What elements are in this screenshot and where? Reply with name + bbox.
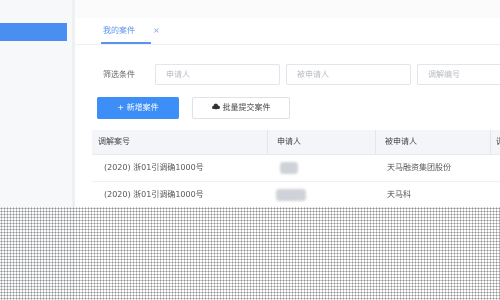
new-case-button[interactable]: + 新增案件 xyxy=(97,97,179,119)
dotted-overlay xyxy=(0,207,500,300)
applicant-input[interactable]: 申请人 xyxy=(155,64,280,85)
respondent-input[interactable]: 被申请人 xyxy=(286,64,411,85)
top-header xyxy=(75,0,500,18)
cell-case-no: (2020) 浙01引调确1000号 xyxy=(104,163,204,172)
batch-submit-button[interactable]: 批量提交案件 xyxy=(192,97,290,119)
column-divider xyxy=(267,130,268,154)
table-header: 调解案号 申请人 被申请人 调 xyxy=(92,130,500,155)
batch-submit-label: 批量提交案件 xyxy=(222,103,271,112)
tab-my-cases[interactable]: 我的案件 xyxy=(103,24,135,38)
tab-active-indicator xyxy=(101,42,151,44)
cell-applicant-redacted xyxy=(276,189,306,201)
app-window: 我的案件 × 筛选条件 申请人 被申请人 调解编号 + 新增案件 批量提交案件 … xyxy=(0,0,500,300)
cell-applicant-redacted xyxy=(280,162,298,174)
filter-label: 筛选条件 xyxy=(103,70,135,79)
cell-respondent: 天马科 xyxy=(387,190,411,199)
cloud-upload-icon xyxy=(211,98,220,118)
table-row[interactable]: (2020) 浙01引调确1000号 天马融资集团股份 xyxy=(92,155,500,182)
column-divider xyxy=(490,130,491,154)
column-header-more[interactable]: 调 xyxy=(496,130,500,154)
table-row[interactable]: (2020) 浙01引调确1000号 天马科 xyxy=(92,182,500,209)
cases-table: 调解案号 申请人 被申请人 调 (2020) 浙01引调确1000号 天马融资集… xyxy=(92,130,500,209)
case-number-input[interactable]: 调解编号 xyxy=(417,64,500,85)
tab-close-icon[interactable]: × xyxy=(153,24,160,38)
column-divider xyxy=(375,130,376,154)
column-header-applicant[interactable]: 申请人 xyxy=(277,130,301,154)
cell-case-no: (2020) 浙01引调确1000号 xyxy=(104,190,204,199)
column-header-case-no[interactable]: 调解案号 xyxy=(98,130,130,154)
column-header-respondent[interactable]: 被申请人 xyxy=(385,130,417,154)
cell-respondent: 天马融资集团股份 xyxy=(387,163,451,172)
tabs-bar xyxy=(75,18,500,45)
sidebar-item-active[interactable] xyxy=(0,23,67,41)
